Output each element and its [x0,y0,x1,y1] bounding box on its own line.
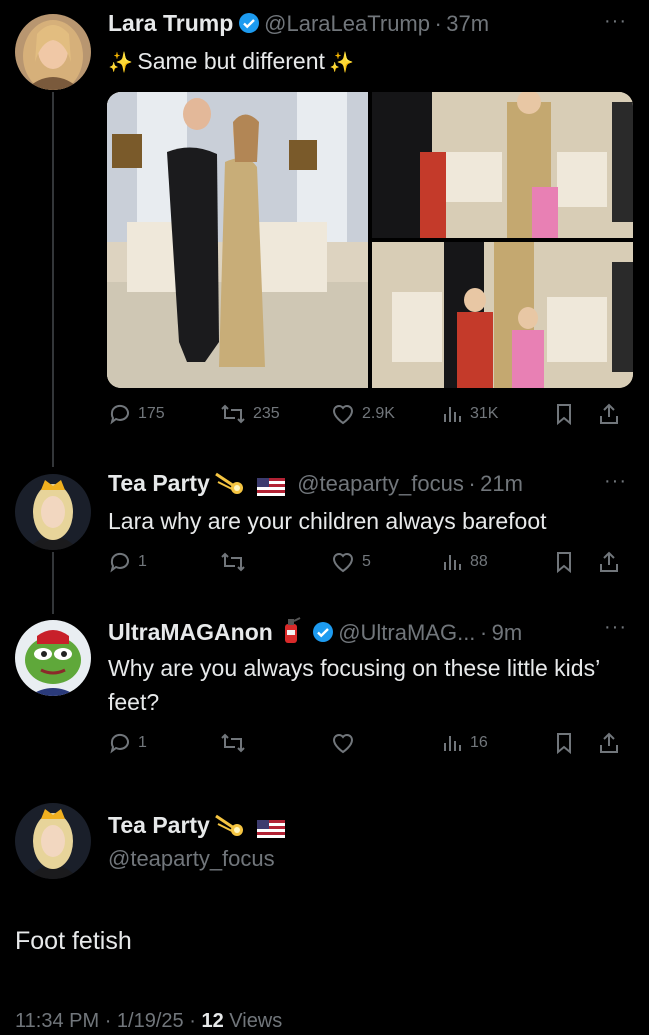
views-count: 31K [470,405,499,422]
share-icon [600,732,618,753]
comet-icon [214,812,246,843]
like-count: 2.9K [362,405,395,422]
heart-icon [332,553,354,573]
bookmark-icon [557,404,571,426]
more-options-button[interactable]: ··· [604,10,627,33]
separator: · [479,620,488,645]
post-time[interactable]: 11:34 PM [15,1010,99,1032]
like-button[interactable]: 5 [330,550,371,574]
verified-icon [312,621,334,648]
reply-icon [110,404,129,425]
bookmark-icon [557,552,571,574]
author-name[interactable]: UltraMAGAnon [108,619,273,645]
reply-count: 1 [138,734,147,751]
post-date[interactable]: 1/19/25 [117,1010,184,1032]
author-handle[interactable]: @teaparty_focus [108,846,275,872]
separator: · [468,471,476,496]
thread-line [52,92,54,467]
us-flag-icon [256,819,285,838]
views-label: Views [229,1010,283,1032]
views-icon [444,555,461,570]
author-handle[interactable]: @teaparty_focus [297,471,464,496]
reply-icon [110,552,129,573]
tweet-text: Same but different [137,48,325,74]
separator: · [434,11,442,36]
separator: · [189,1010,196,1032]
bookmark-button[interactable] [554,402,574,426]
share-icon [600,403,618,424]
author-handle[interactable]: @UltraMAG... [338,620,475,645]
author-name[interactable]: Tea Party [108,812,210,838]
avatar[interactable] [15,803,91,879]
heart-icon [332,734,354,754]
bookmark-icon [557,733,571,755]
timestamp[interactable]: 21m [480,471,523,496]
retweet-button[interactable] [219,731,253,755]
avatar[interactable] [15,620,91,696]
separator: · [104,1010,112,1032]
views-button[interactable]: 88 [442,550,488,574]
views-button[interactable]: 16 [442,731,488,755]
author-handle[interactable]: @LaraLeaTrump [264,11,430,36]
fire-extinguisher-icon [281,616,301,649]
like-button[interactable] [330,731,362,755]
views-button[interactable]: 31K [442,402,498,426]
reply-count: 1 [138,553,147,570]
heart-icon [332,405,354,425]
views-icon [444,736,461,751]
us-flag-icon [256,477,285,496]
views-count: 12 [201,1010,224,1032]
reply-button[interactable]: 1 [108,731,147,755]
views-icon [444,407,461,422]
like-count: 5 [362,553,371,570]
retweet-icon [221,733,245,753]
share-button[interactable] [598,402,620,426]
share-button[interactable] [598,731,620,755]
tweet-text: Lara why are your children always barefo… [108,508,547,534]
bookmark-button[interactable] [554,550,574,574]
tweet-photo-1[interactable] [107,92,368,388]
retweet-icon [221,552,245,572]
retweet-icon [221,404,245,424]
thread-line [52,552,54,614]
author-name[interactable]: Lara Trump [108,10,233,36]
reply-button[interactable]: 175 [108,402,165,426]
sparkles-icon: ✨ [329,52,355,74]
tweet-text: Foot fetish [15,927,132,955]
views-count: 16 [470,734,488,751]
avatar[interactable] [15,474,91,550]
sparkles-icon: ✨ [108,52,133,74]
more-options-button[interactable]: ··· [604,470,627,493]
retweet-count: 235 [253,405,280,422]
tweet-photo-2[interactable] [372,92,633,238]
share-button[interactable] [598,550,620,574]
tweet-text: Why are you always focusing on these lit… [108,655,600,715]
reply-count: 175 [138,405,165,422]
more-options-button[interactable]: ··· [604,616,627,639]
reply-button[interactable]: 1 [108,550,147,574]
retweet-button[interactable]: 235 [219,402,280,426]
timestamp[interactable]: 37m [446,11,489,36]
like-button[interactable]: 2.9K [330,402,395,426]
verified-icon [238,12,260,39]
retweet-button[interactable] [219,550,253,574]
reply-icon [110,733,129,754]
avatar[interactable] [15,14,91,90]
comet-icon [214,470,246,501]
timestamp[interactable]: 9m [492,620,523,645]
author-name[interactable]: Tea Party [108,470,210,496]
share-icon [600,551,618,572]
bookmark-button[interactable] [554,731,574,755]
views-count: 88 [470,553,488,570]
tweet-photo-3[interactable] [372,242,633,388]
